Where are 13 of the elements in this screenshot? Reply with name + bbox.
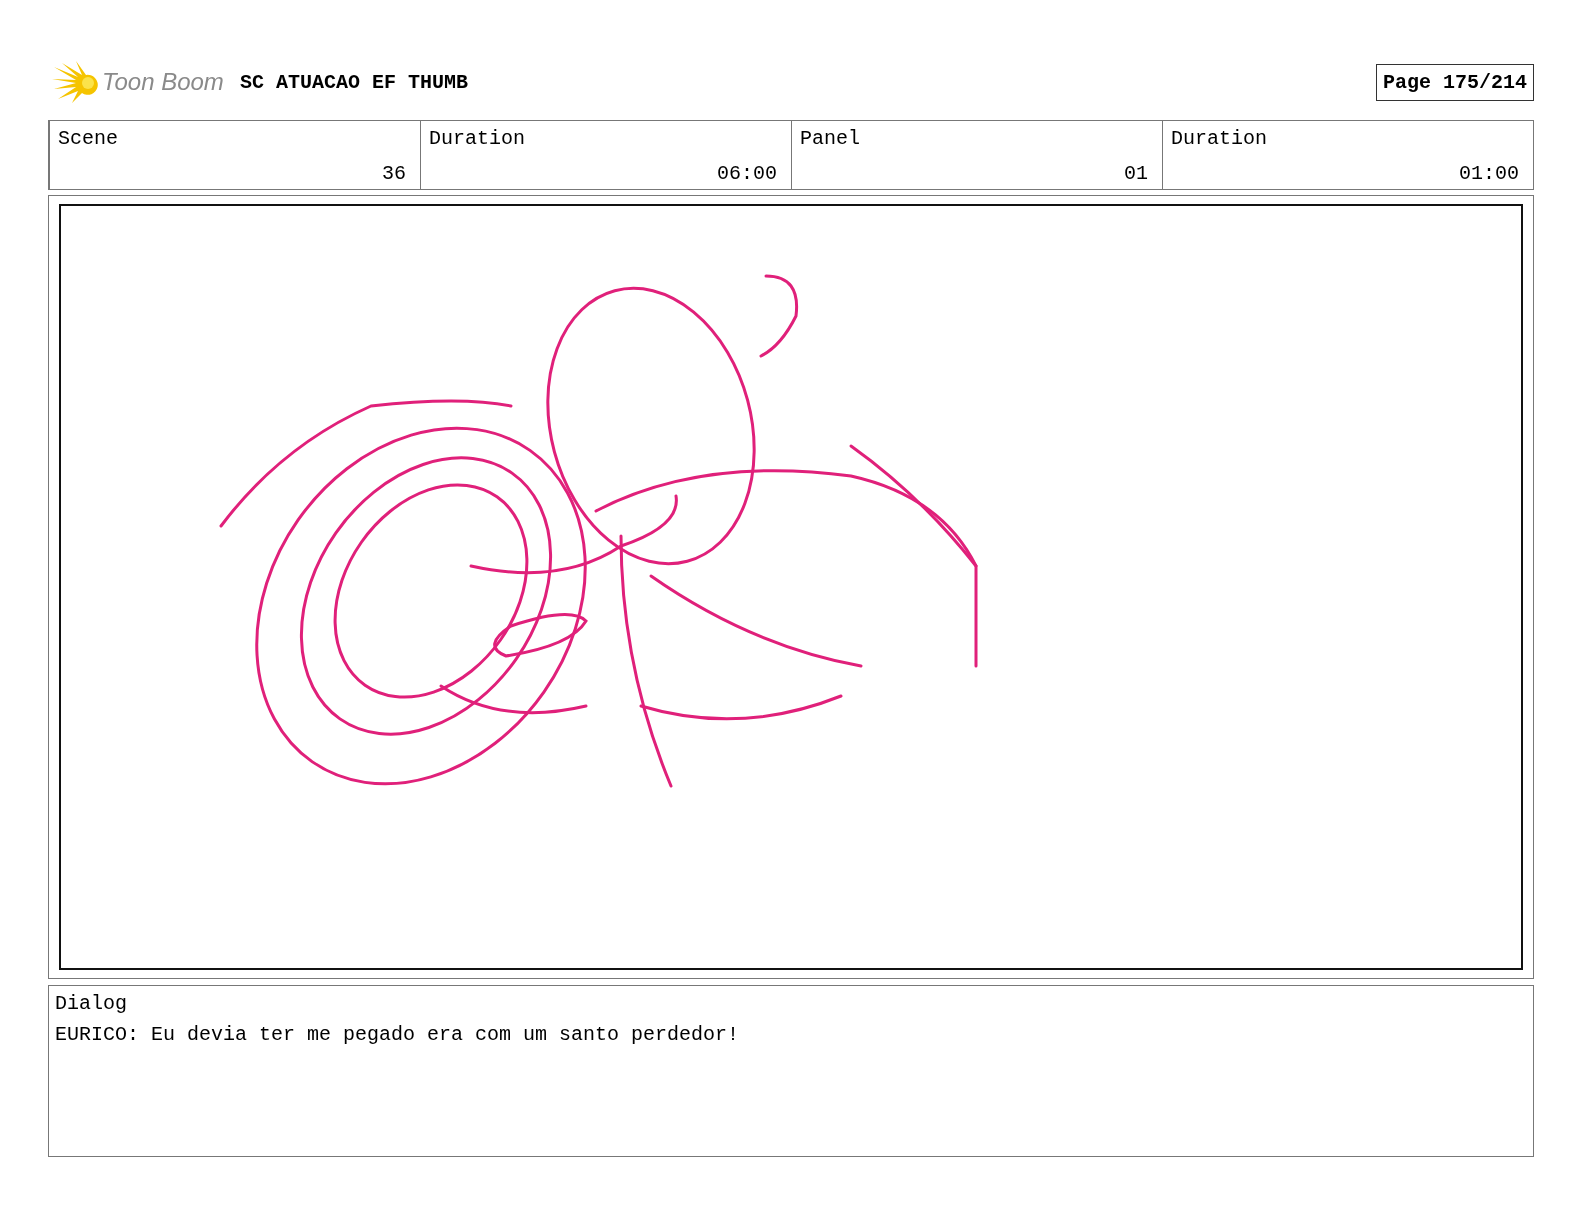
field-label: Duration — [1171, 127, 1268, 150]
field-value: 01 — [1124, 162, 1148, 185]
field-value: 06:00 — [717, 162, 777, 185]
field-label: Duration — [429, 127, 526, 150]
logo-text: Toon Boom — [102, 68, 224, 96]
dialog-text: EURICO: Eu devia ter me pegado era com um santo perdedor! — [55, 1023, 741, 1046]
field-value: 36 — [382, 162, 406, 185]
dialog-label: Dialog — [55, 992, 128, 1015]
field-value: 01:00 — [1459, 162, 1519, 185]
document-title: SC ATUACAO EF THUMB — [239, 70, 468, 94]
page-number: Page 175/214 — [1375, 63, 1534, 101]
field-label: Scene — [58, 127, 119, 150]
field-label: Panel — [800, 127, 861, 150]
